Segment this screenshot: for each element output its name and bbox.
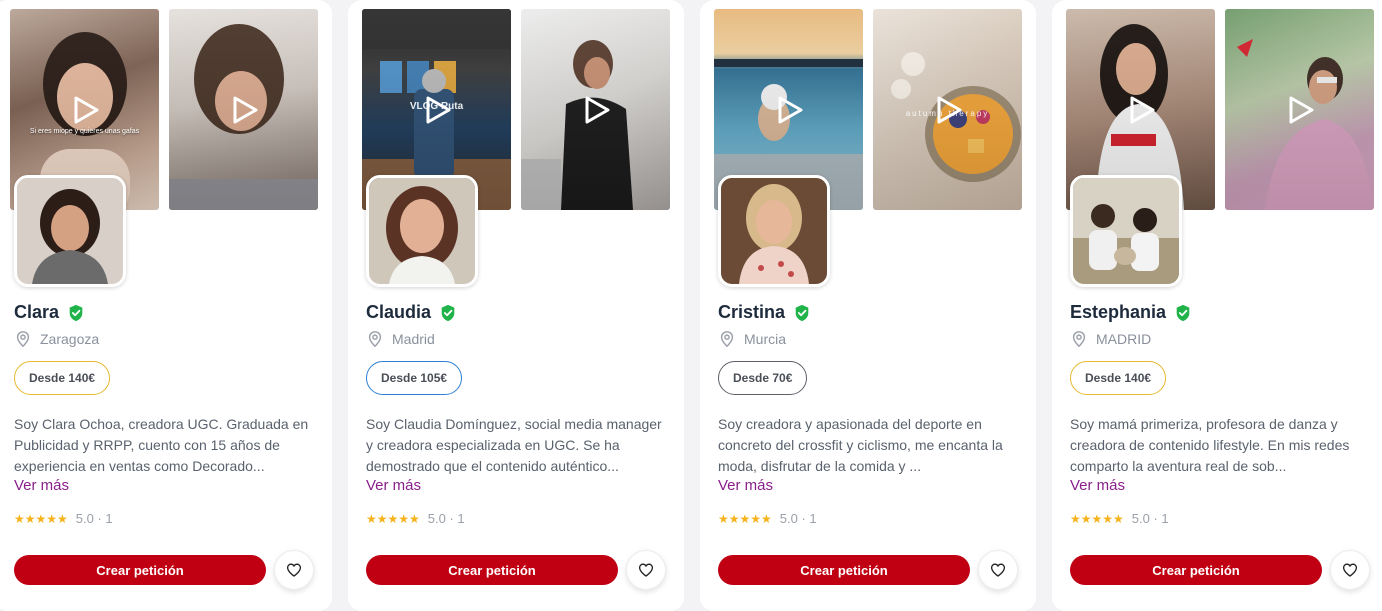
name-row: Claudia: [366, 302, 457, 323]
thumbnail-caption: autumn therapy: [905, 109, 990, 118]
creator-name[interactable]: Clara: [14, 302, 59, 323]
see-more-link[interactable]: Ver más: [1070, 477, 1125, 494]
location-text: Madrid: [392, 331, 435, 347]
thumbnail-caption: Si eres miope y quieres unas gafas: [29, 128, 140, 135]
verified-badge-icon: [441, 304, 455, 321]
rating-row: ★★★★★ 5.0 · 1: [14, 511, 113, 526]
video-thumbnail[interactable]: autumn therapy: [873, 9, 1022, 210]
rating-score: 5.0 · 1: [427, 511, 465, 526]
location-pin-icon: [368, 331, 382, 348]
heart-icon: [638, 563, 654, 577]
heart-icon: [286, 563, 302, 577]
price-badge: Desde 105€: [366, 361, 463, 395]
price-badge: Desde 140€: [1070, 361, 1167, 395]
heart-icon: [990, 563, 1006, 577]
rating-stars: ★★★★★: [718, 511, 772, 526]
create-request-button[interactable]: Crear petición: [1070, 555, 1322, 585]
rating-row: ★★★★★ 5.0 · 1: [718, 511, 817, 526]
verified-badge-icon: [69, 304, 83, 321]
verified-badge-icon: [1176, 304, 1190, 321]
location-pin-icon: [720, 331, 734, 348]
avatar[interactable]: [366, 175, 478, 287]
location-text: MADRID: [1096, 331, 1152, 347]
thumbnail-caption: VLOG Ruta: [409, 101, 464, 112]
rating-stars: ★★★★★: [366, 511, 420, 526]
location-text: Murcia: [744, 331, 787, 347]
creator-card: Si eres miope y quieres unas gafas Clara…: [0, 0, 332, 611]
video-thumbnail[interactable]: [169, 9, 318, 210]
price-badge: Desde 70€: [718, 361, 808, 395]
verified-badge-icon: [795, 304, 809, 321]
name-row: Estephania: [1070, 302, 1192, 323]
avatar[interactable]: [718, 175, 830, 287]
play-icon: [233, 96, 258, 124]
creator-description: Soy creadora y apasionada del deporte en…: [718, 416, 1003, 474]
see-more-link[interactable]: Ver más: [718, 477, 773, 494]
rating-stars: ★★★★★: [1070, 511, 1124, 526]
avatar-photo: [17, 178, 123, 284]
create-request-button[interactable]: Crear petición: [14, 555, 266, 585]
play-icon: [1130, 96, 1155, 124]
favorite-button[interactable]: [1330, 550, 1370, 590]
name-row: Clara: [14, 302, 85, 323]
creator-description: Soy Claudia Domínguez, social media mana…: [366, 416, 662, 474]
creator-name[interactable]: Estephania: [1070, 302, 1166, 323]
avatar-photo: [369, 178, 475, 284]
create-request-button[interactable]: Crear petición: [366, 555, 618, 585]
rating-stars: ★★★★★: [14, 511, 68, 526]
creator-card: Estephania MADRID Desde 140€ Soy mamá pr…: [1052, 0, 1382, 611]
creator-card: VLOG Ruta Claudia Madrid Desde 105€ Soy …: [348, 0, 684, 611]
creator-name[interactable]: Claudia: [366, 302, 431, 323]
avatar[interactable]: [1070, 175, 1182, 287]
rating-score: 5.0 · 1: [779, 511, 817, 526]
creator-description: Soy mamá primeriza, profesora de danza y…: [1070, 416, 1350, 474]
name-row: Cristina: [718, 302, 811, 323]
location-text: Zaragoza: [40, 331, 100, 347]
rating-score: 5.0 · 1: [75, 511, 113, 526]
creator-name[interactable]: Cristina: [718, 302, 785, 323]
video-thumbnail[interactable]: [521, 9, 670, 210]
location-row: Madrid: [366, 330, 435, 348]
creator-description: Soy Clara Ochoa, creadora UGC. Graduada …: [14, 416, 309, 474]
create-request-button[interactable]: Crear petición: [718, 555, 970, 585]
location-pin-icon: [16, 331, 30, 348]
location-pin-icon: [1072, 331, 1086, 348]
location-row: Murcia: [718, 330, 786, 348]
location-row: MADRID: [1070, 330, 1151, 348]
favorite-button[interactable]: [626, 550, 666, 590]
creator-card: autumn therapy Cristina Murcia Desde 70€…: [700, 0, 1036, 611]
heart-icon: [1342, 563, 1358, 577]
rating-row: ★★★★★ 5.0 · 1: [366, 511, 465, 526]
price-badge: Desde 140€: [14, 361, 111, 395]
location-row: Zaragoza: [14, 330, 99, 348]
avatar[interactable]: [14, 175, 126, 287]
favorite-button[interactable]: [978, 550, 1018, 590]
video-thumbnail[interactable]: [1225, 9, 1374, 210]
avatar-photo: [1073, 178, 1179, 284]
play-icon: [1289, 96, 1314, 124]
play-icon: [778, 96, 803, 124]
play-icon: [585, 96, 610, 124]
play-icon: [74, 96, 99, 124]
see-more-link[interactable]: Ver más: [366, 477, 421, 494]
avatar-photo: [721, 178, 827, 284]
see-more-link[interactable]: Ver más: [14, 477, 69, 494]
rating-row: ★★★★★ 5.0 · 1: [1070, 511, 1169, 526]
rating-score: 5.0 · 1: [1131, 511, 1169, 526]
favorite-button[interactable]: [274, 550, 314, 590]
